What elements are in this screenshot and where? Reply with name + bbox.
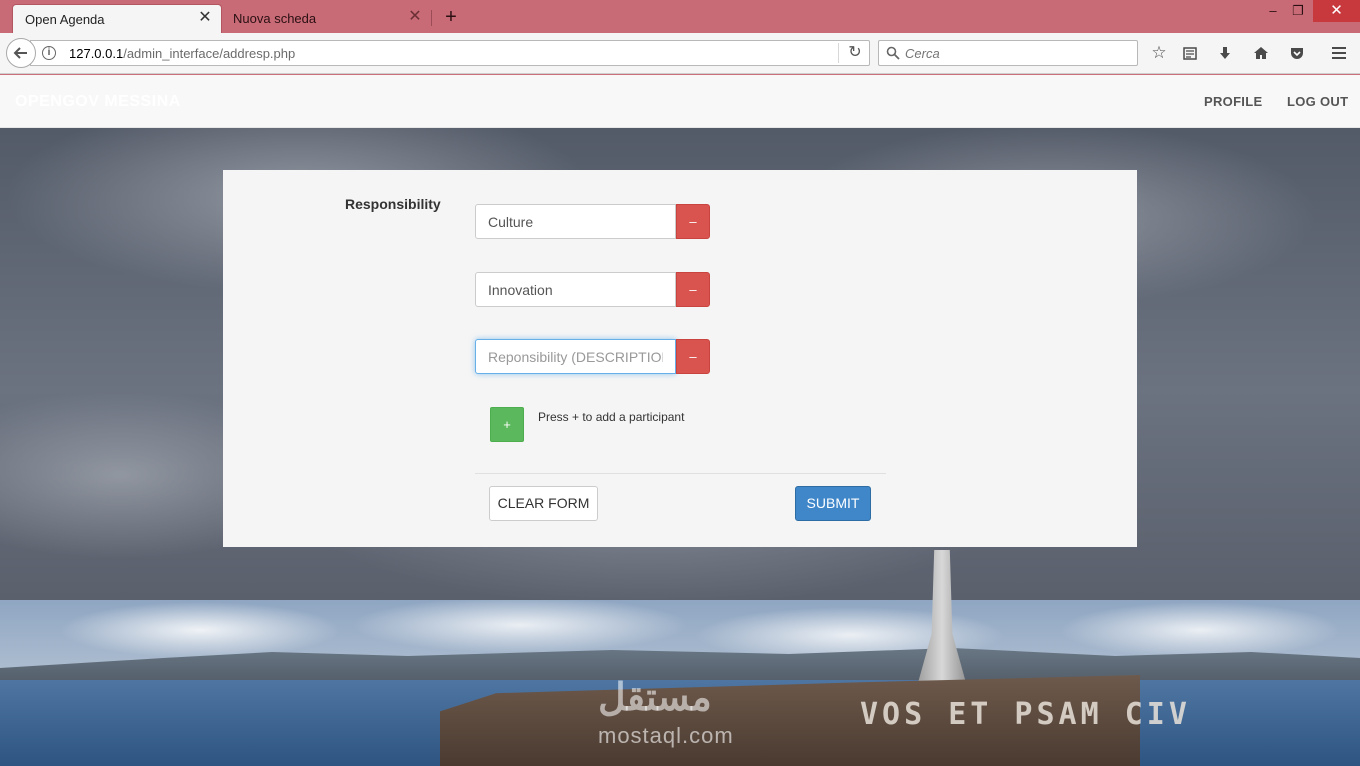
menu-icon[interactable] [1328,42,1350,64]
responsibility-input[interactable] [475,272,676,307]
responsibility-form: Responsibility – – – + Press + to add a … [223,170,1137,547]
url-host: 127.0.0.1 [69,46,124,61]
responsibility-row: – [475,272,710,307]
add-responsibility-button[interactable]: + [490,407,524,442]
remove-responsibility-button[interactable]: – [676,272,710,307]
back-button[interactable] [6,38,36,68]
search-icon [886,46,900,60]
reader-list-icon[interactable] [1179,42,1201,64]
profile-link[interactable]: PROFILE [1204,94,1262,109]
tab-label: Open Agenda [25,11,105,27]
responsibility-row: – [475,339,710,374]
watermark-latin: mostaql.com [598,723,734,748]
remove-responsibility-button[interactable]: – [676,339,710,374]
clear-form-button[interactable]: CLEAR FORM [489,486,598,521]
browser-tab-strip: Open Agenda ✕ Nuova scheda ✕ + – ❐ ✕ [0,0,1360,33]
tab-divider [431,10,432,26]
brand-link[interactable]: OPENGOV MESSINA [15,93,181,111]
responsibility-input[interactable] [475,204,676,239]
fortress-inscription: VOS ET PSAM CIV [860,697,1191,732]
new-tab-button[interactable]: + [441,6,461,28]
watermark-arabic: مستقل [598,677,712,719]
pocket-glyph [1291,48,1303,59]
address-bar[interactable]: i 127.0.0.1/admin_interface/addresp.php … [30,40,870,66]
url-text[interactable]: 127.0.0.1/admin_interface/addresp.php [69,46,295,61]
reload-icon[interactable]: ↻ [846,44,864,62]
url-divider [838,43,839,63]
reader-list-glyph [1183,47,1197,60]
responsibility-row: – [475,204,710,239]
close-window-button[interactable]: ✕ [1313,0,1360,22]
close-tab-icon[interactable]: ✕ [407,9,423,25]
form-divider [475,473,886,474]
home-icon[interactable] [1250,42,1272,64]
tab-open-agenda[interactable]: Open Agenda ✕ [12,4,222,33]
hamburger-glyph [1332,47,1346,59]
back-arrow-icon [13,47,27,59]
search-bar[interactable] [878,40,1138,66]
close-tab-icon[interactable]: ✕ [197,10,213,26]
logout-link[interactable]: LOG OUT [1287,94,1348,109]
url-path: /admin_interface/addresp.php [123,46,296,61]
site-navbar: OPENGOV MESSINA PROFILE LOG OUT [0,75,1360,128]
search-input[interactable] [905,46,1125,61]
site-info-icon[interactable]: i [42,46,56,60]
submit-button[interactable]: SUBMIT [795,486,871,521]
browser-toolbar: i 127.0.0.1/admin_interface/addresp.php … [0,33,1360,74]
tab-nuova-scheda[interactable]: Nuova scheda ✕ [226,4,431,33]
download-glyph [1220,47,1230,59]
pocket-icon[interactable] [1286,42,1308,64]
remove-responsibility-button[interactable]: – [676,204,710,239]
home-glyph [1254,47,1268,59]
star-icon[interactable]: ☆ [1148,42,1170,64]
page-viewport: VOS ET PSAM CIV مستقل mostaql.com OPENGO… [0,75,1360,766]
restore-window-button[interactable]: ❐ [1283,0,1313,22]
tab-label: Nuova scheda [233,11,317,26]
download-icon[interactable] [1214,42,1236,64]
responsibility-label: Responsibility [345,196,441,212]
add-hint-text: Press + to add a participant [538,410,685,424]
responsibility-input[interactable] [475,339,676,374]
